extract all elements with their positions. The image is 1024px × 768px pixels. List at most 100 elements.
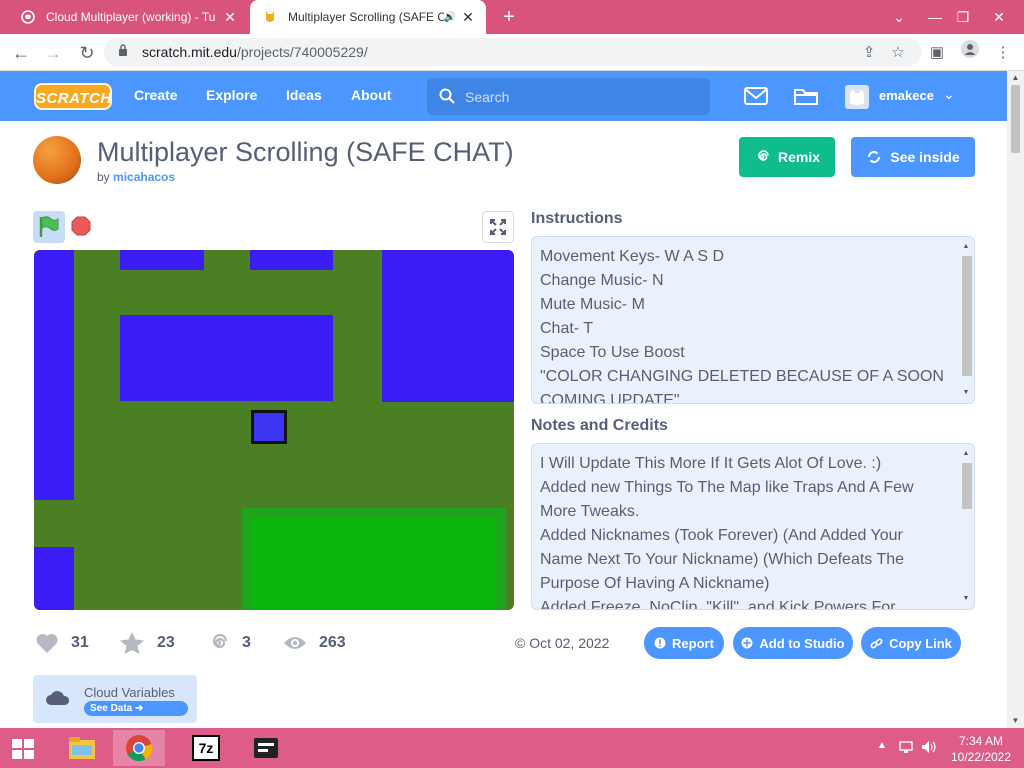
stage-wall bbox=[120, 250, 204, 270]
scroll-up-arrow-icon[interactable]: ▲ bbox=[959, 240, 973, 254]
notes-line: Name Next To Your Nickname) (Which Defea… bbox=[540, 551, 905, 568]
stage-wall bbox=[250, 250, 333, 270]
cloud-icon bbox=[46, 691, 70, 705]
player-sprite bbox=[251, 410, 287, 444]
see-data-button[interactable]: See Data ➜ bbox=[84, 701, 188, 716]
search-input[interactable]: Search bbox=[427, 78, 710, 115]
views-count: 263 bbox=[319, 634, 346, 651]
remix-button[interactable]: Remix bbox=[739, 137, 835, 177]
by-prefix: by bbox=[97, 170, 110, 184]
share-icon[interactable]: ⇪ bbox=[856, 40, 882, 66]
copy-link-button[interactable]: Copy Link bbox=[861, 627, 961, 659]
green-flag-button[interactable] bbox=[33, 211, 65, 243]
profile-icon[interactable] bbox=[957, 40, 983, 66]
scroll-up-arrow-icon[interactable]: ▲ bbox=[959, 447, 973, 461]
notes-box[interactable]: I Will Update This More If It Gets Alot … bbox=[531, 443, 975, 610]
app-window-icon bbox=[254, 738, 278, 758]
folder-icon bbox=[69, 737, 95, 759]
scrollbar-thumb[interactable] bbox=[962, 463, 972, 509]
url-field[interactable]: scratch.mit.edu/projects/740005229/ bbox=[104, 38, 922, 66]
project-stage[interactable] bbox=[34, 250, 514, 610]
tab-search-chevron-icon[interactable]: ⌄ bbox=[882, 0, 916, 34]
tray-expand-icon[interactable]: ▲ bbox=[877, 740, 887, 751]
scrollbar-thumb[interactable] bbox=[1011, 85, 1020, 153]
taskbar-7zip[interactable]: 7z bbox=[180, 730, 232, 766]
address-bar-row: ← → ↻ scratch.mit.edu/projects/740005229… bbox=[0, 34, 1024, 71]
add-to-studio-button[interactable]: Add to Studio bbox=[733, 627, 853, 659]
cloud-variables-label: Cloud Variables bbox=[84, 685, 175, 700]
love-stat[interactable]: 31 bbox=[35, 631, 89, 655]
messages-envelope-icon[interactable] bbox=[743, 85, 769, 107]
browser-tab-active[interactable]: Multiplayer Scrolling (SAFE C 🔊 ✕ bbox=[250, 0, 486, 34]
chrome-menu-icon[interactable]: ⋮ bbox=[990, 40, 1016, 66]
instructions-scrollbar[interactable]: ▲ ▼ bbox=[959, 238, 973, 402]
avatar[interactable] bbox=[845, 85, 869, 109]
notes-line: More Tweaks. bbox=[540, 503, 640, 520]
nav-about[interactable]: About bbox=[351, 87, 391, 103]
window-close-button[interactable]: ✕ bbox=[982, 0, 1016, 34]
network-icon[interactable] bbox=[899, 740, 913, 754]
tab-close-icon[interactable]: ✕ bbox=[458, 9, 478, 26]
green-flag-icon bbox=[39, 216, 59, 237]
taskbar-file-explorer[interactable] bbox=[56, 730, 108, 766]
stage-wall bbox=[382, 250, 514, 402]
report-button[interactable]: Report bbox=[644, 627, 724, 659]
scroll-up-arrow-icon[interactable]: ▲ bbox=[1007, 71, 1024, 85]
tab-title: Cloud Multiplayer (working) - Tu bbox=[46, 10, 216, 24]
back-arrow-icon[interactable]: ← bbox=[8, 40, 34, 66]
new-tab-button[interactable]: + bbox=[498, 6, 520, 28]
report-label: Report bbox=[672, 635, 714, 651]
chrome-icon bbox=[126, 735, 153, 762]
volume-icon[interactable] bbox=[921, 740, 937, 754]
forward-arrow-icon[interactable]: → bbox=[40, 40, 66, 66]
instructions-line: COMING UPDATE" bbox=[540, 392, 680, 404]
scratch-logo[interactable]: SCRATCH bbox=[34, 83, 112, 110]
windows-start-icon[interactable] bbox=[6, 736, 40, 762]
windows-taskbar: 7z ▲ 7:34 AM 10/22/2022 bbox=[0, 728, 1024, 768]
tab-close-icon[interactable]: ✕ bbox=[220, 9, 240, 26]
taskbar-chrome[interactable] bbox=[113, 730, 165, 766]
search-icon bbox=[439, 88, 455, 104]
tab-title: Multiplayer Scrolling (SAFE C bbox=[288, 10, 444, 24]
system-clock[interactable]: 7:34 AM 10/22/2022 bbox=[944, 733, 1018, 765]
tab-audio-icon[interactable]: 🔊 bbox=[444, 12, 456, 23]
scroll-down-arrow-icon[interactable]: ▼ bbox=[959, 592, 973, 606]
username[interactable]: emakece bbox=[879, 88, 934, 103]
side-panel-icon[interactable]: ▣ bbox=[924, 40, 950, 66]
remix-stat: 3 bbox=[206, 631, 251, 655]
see-inside-label: See inside bbox=[890, 149, 960, 165]
notes-scrollbar[interactable]: ▲ ▼ bbox=[959, 445, 973, 608]
scroll-down-arrow-icon[interactable]: ▼ bbox=[959, 386, 973, 400]
chevron-down-icon[interactable]: ⌄ bbox=[943, 86, 955, 103]
notes-text: I Will Update This More If It Gets Alot … bbox=[540, 452, 952, 609]
instructions-line: Chat- T bbox=[540, 320, 594, 337]
scroll-down-arrow-icon[interactable]: ▼ bbox=[1007, 714, 1024, 728]
page-scrollbar[interactable]: ▲ ▼ bbox=[1007, 71, 1024, 728]
bookmark-star-icon[interactable]: ☆ bbox=[885, 40, 911, 66]
stop-sign-icon[interactable] bbox=[71, 216, 91, 236]
browser-tab[interactable]: Cloud Multiplayer (working) - Tu ✕ bbox=[8, 0, 248, 34]
nav-ideas[interactable]: Ideas bbox=[286, 87, 322, 103]
nav-create[interactable]: Create bbox=[134, 87, 178, 103]
my-stuff-folder-icon[interactable] bbox=[793, 85, 819, 107]
maximize-button[interactable]: ❐ bbox=[946, 0, 980, 34]
fullscreen-button[interactable] bbox=[482, 211, 514, 243]
favorite-stat[interactable]: 23 bbox=[119, 631, 175, 655]
see-inside-button[interactable]: See inside bbox=[851, 137, 975, 177]
7zip-icon: 7z bbox=[192, 735, 220, 761]
instructions-box[interactable]: Movement Keys- W A S D Change Music- N M… bbox=[531, 236, 975, 404]
author-link[interactable]: micahacos bbox=[113, 170, 175, 184]
add-to-studio-label: Add to Studio bbox=[759, 635, 845, 651]
instructions-text: Movement Keys- W A S D Change Music- N M… bbox=[540, 245, 952, 404]
reload-icon[interactable]: ↻ bbox=[74, 40, 100, 66]
project-byline: by micahacos bbox=[97, 170, 175, 184]
scrollbar-thumb[interactable] bbox=[962, 256, 972, 376]
nav-explore[interactable]: Explore bbox=[206, 87, 257, 103]
heart-icon bbox=[36, 633, 58, 653]
instructions-heading: Instructions bbox=[531, 210, 623, 227]
fullscreen-expand-icon bbox=[490, 219, 506, 235]
cloud-variables-box: Cloud Variables See Data ➜ bbox=[33, 675, 197, 723]
shared-date: © Oct 02, 2022 bbox=[515, 635, 610, 651]
taskbar-app[interactable] bbox=[240, 730, 292, 766]
url-path: /projects/740005229/ bbox=[236, 44, 368, 60]
